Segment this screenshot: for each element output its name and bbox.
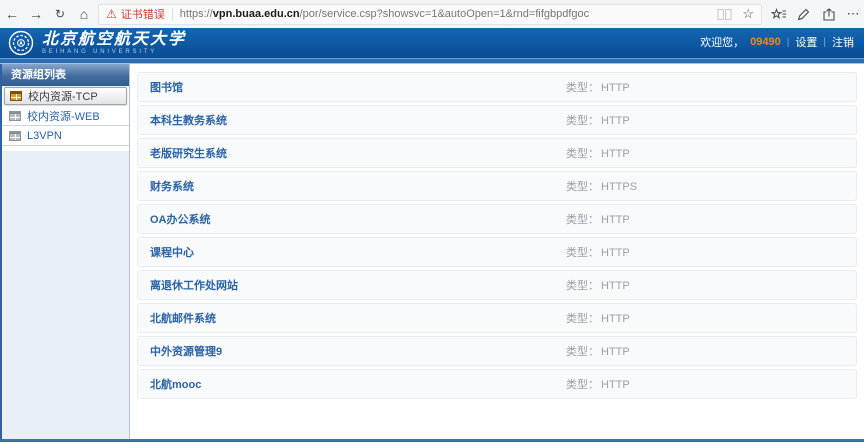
- resource-link[interactable]: 离退休工作处网站: [150, 277, 238, 293]
- resource-type: 类型：HTTP: [566, 211, 630, 227]
- resource-type-label: 类型：: [566, 280, 599, 292]
- resource-link[interactable]: 财务系统: [150, 178, 194, 194]
- annotate-pen-button[interactable]: [793, 2, 814, 26]
- resource-list: 图书馆 类型：HTTP 本科生教务系统 类型：HTTP 老版研究生系统 类型：H…: [130, 64, 864, 439]
- resource-type-value: HTTP: [601, 82, 630, 94]
- forward-button[interactable]: →: [24, 2, 48, 26]
- welcome-label: 欢迎您，: [700, 34, 744, 50]
- resource-type-label: 类型：: [566, 379, 599, 391]
- settings-link[interactable]: 设置: [795, 34, 817, 50]
- resource-type-value: HTTP: [601, 379, 630, 391]
- more-options-button[interactable]: ⋯: [843, 2, 864, 26]
- url-path: /por/service.csp?showsvc=1&autoOpen=1&rn…: [300, 8, 590, 20]
- sidebar-panel: 资源组列表 校内资源-TCP 校内资源-WEB L3VPN: [2, 64, 130, 439]
- resource-type-value: HTTP: [601, 115, 630, 127]
- university-name-en: BEIHANG UNIVERSITY: [42, 49, 186, 55]
- resource-type-label: 类型：: [566, 214, 599, 226]
- sidebar-item-resource-group[interactable]: 校内资源-WEB: [2, 106, 129, 126]
- resource-group-icon: [10, 91, 22, 101]
- username: 09490: [750, 36, 781, 48]
- resource-type-value: HTTP: [601, 148, 630, 160]
- favorite-star-button[interactable]: ☆: [742, 6, 754, 22]
- resource-row[interactable]: 课程中心 类型：HTTP: [137, 237, 857, 267]
- portal-header: 北京航空航天大学 BEIHANG UNIVERSITY 欢迎您， 09490 | …: [0, 28, 864, 58]
- page-footer-bar: [0, 439, 864, 442]
- resource-type: 类型：HTTP: [566, 244, 630, 260]
- resource-type: 类型：HTTPS: [566, 178, 637, 194]
- warning-icon: ⚠: [106, 8, 117, 20]
- resource-row[interactable]: 离退休工作处网站 类型：HTTP: [137, 270, 857, 300]
- resource-type: 类型：HTTP: [566, 343, 630, 359]
- resource-link[interactable]: 老版研究生系统: [150, 145, 227, 161]
- resource-row[interactable]: 中外资源管理9 类型：HTTP: [137, 336, 857, 366]
- resource-type: 类型：HTTP: [566, 376, 630, 392]
- user-menu: 欢迎您， 09490 | 设置 | 注销: [700, 34, 854, 50]
- resource-group-list-title: 资源组列表: [2, 64, 129, 86]
- sidebar-item-label: L3VPN: [27, 130, 62, 142]
- resource-group-icon: [9, 131, 21, 141]
- resource-row[interactable]: 北航邮件系统 类型：HTTP: [137, 303, 857, 333]
- resource-type-value: HTTP: [601, 214, 630, 226]
- resource-type-label: 类型：: [566, 148, 599, 160]
- resource-type-label: 类型：: [566, 313, 599, 325]
- resource-row[interactable]: OA办公系统 类型：HTTP: [137, 204, 857, 234]
- url-scheme: https://: [180, 8, 213, 20]
- resource-link[interactable]: 中外资源管理9: [150, 343, 222, 359]
- resource-link[interactable]: OA办公系统: [150, 211, 211, 227]
- university-seal-logo: [8, 30, 34, 56]
- sidebar-item-resource-group[interactable]: 校内资源-TCP: [4, 87, 127, 105]
- back-button[interactable]: ←: [0, 2, 24, 26]
- browser-actions: ⋯: [768, 2, 864, 26]
- favorites-hub-button[interactable]: [768, 2, 789, 26]
- resource-link[interactable]: 北航邮件系统: [150, 310, 216, 326]
- address-bar[interactable]: ⚠ 证书错误 https://vpn.buaa.edu.cn/por/servi…: [98, 4, 762, 25]
- reading-view-icon[interactable]: [717, 8, 732, 21]
- header-divider: |: [823, 37, 826, 48]
- resource-row[interactable]: 本科生教务系统 类型：HTTP: [137, 105, 857, 135]
- resource-link[interactable]: 图书馆: [150, 79, 183, 95]
- university-name: 北京航空航天大学 BEIHANG UNIVERSITY: [42, 32, 186, 55]
- resource-row[interactable]: 北航mooc 类型：HTTP: [137, 369, 857, 399]
- resource-type-label: 类型：: [566, 346, 599, 358]
- sidebar: 资源组列表 校内资源-TCP 校内资源-WEB L3VPN: [0, 64, 130, 439]
- resource-type-label: 类型：: [566, 247, 599, 259]
- home-button[interactable]: ⌂: [72, 2, 96, 26]
- sidebar-item-resource-group[interactable]: L3VPN: [2, 126, 129, 146]
- resource-type-label: 类型：: [566, 115, 599, 127]
- resource-link[interactable]: 本科生教务系统: [150, 112, 227, 128]
- sidebar-item-label: 校内资源-TCP: [28, 88, 98, 104]
- header-divider: |: [787, 37, 790, 48]
- resource-type-value: HTTP: [601, 247, 630, 259]
- resource-link[interactable]: 北航mooc: [150, 376, 201, 392]
- certificate-warning-chip[interactable]: ⚠ 证书错误: [106, 6, 165, 22]
- url-host: vpn.buaa.edu.cn: [213, 8, 300, 20]
- resource-type-label: 类型：: [566, 82, 599, 94]
- resource-type-value: HTTP: [601, 280, 630, 292]
- resource-row[interactable]: 老版研究生系统 类型：HTTP: [137, 138, 857, 168]
- resource-row[interactable]: 财务系统 类型：HTTPS: [137, 171, 857, 201]
- resource-type-value: HTTP: [601, 313, 630, 325]
- url-text: https://vpn.buaa.edu.cn/por/service.csp?…: [180, 8, 589, 20]
- university-name-zh: 北京航空航天大学: [42, 32, 186, 48]
- resource-type-label: 类型：: [566, 181, 599, 193]
- certificate-error-label: 证书错误: [121, 6, 165, 22]
- resource-type-value: HTTP: [601, 346, 630, 358]
- resource-row[interactable]: 图书馆 类型：HTTP: [137, 72, 857, 102]
- resource-group-list: 校内资源-TCP 校内资源-WEB L3VPN: [2, 87, 129, 151]
- resource-type: 类型：HTTP: [566, 277, 630, 293]
- resource-type: 类型：HTTP: [566, 79, 630, 95]
- resource-link[interactable]: 课程中心: [150, 244, 194, 260]
- resource-type-value: HTTPS: [601, 181, 637, 193]
- logout-link[interactable]: 注销: [832, 34, 854, 50]
- browser-toolbar: ← → ↻ ⌂ ⚠ 证书错误 https://vpn.buaa.edu.cn/p…: [0, 0, 864, 28]
- resource-type: 类型：HTTP: [566, 145, 630, 161]
- resource-type: 类型：HTTP: [566, 310, 630, 326]
- sidebar-item-label: 校内资源-WEB: [27, 108, 100, 124]
- refresh-button[interactable]: ↻: [48, 2, 72, 26]
- share-button[interactable]: [818, 2, 839, 26]
- address-divider: [172, 8, 173, 21]
- resource-group-icon: [9, 111, 21, 121]
- resource-type: 类型：HTTP: [566, 112, 630, 128]
